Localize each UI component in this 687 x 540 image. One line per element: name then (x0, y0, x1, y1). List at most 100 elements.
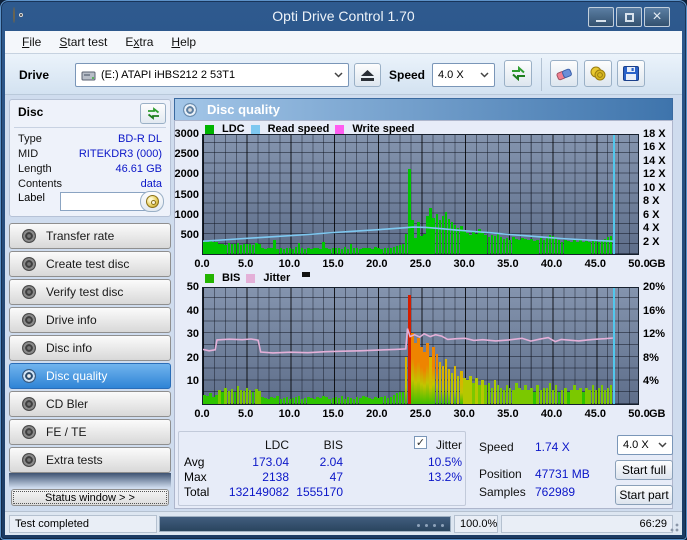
disc-label-input[interactable] (60, 192, 148, 211)
max-jitter-value: 13.2% (427, 470, 462, 484)
sidebar-item-label: Create test disc (46, 257, 130, 271)
drive-icon (81, 71, 96, 80)
sidebar-item-label: Extra tests (46, 453, 103, 467)
target-icon (22, 341, 36, 355)
avg-bis-value: 2.04 (319, 455, 343, 469)
legend-swatch (335, 124, 345, 134)
chart2-legend: BIS Jitter (205, 271, 311, 284)
menu-item-help[interactable]: Help (162, 32, 205, 52)
sidebar-item-fe-te[interactable]: FE / TE (9, 419, 171, 445)
sidebar-item-disc-info[interactable]: Disc info (9, 335, 171, 361)
end-of-data-marker (612, 288, 615, 404)
register-button[interactable] (584, 60, 612, 87)
end-of-data-marker (612, 135, 615, 254)
disc-quality-title: Disc quality (207, 102, 280, 117)
legend-swatch (205, 273, 214, 283)
progress-bar (159, 516, 451, 532)
refresh-icon (511, 66, 525, 81)
chart1-x-axis: 0.0 5.0 10.0 15.0 20.0 25.0 30.0 35.0 40.0 45.0 50… (194, 258, 666, 270)
sidebar-item-transfer-rate[interactable]: Transfer rate (9, 223, 171, 249)
toolbar-separator (541, 58, 542, 91)
start-part-button[interactable]: Start part (615, 485, 673, 505)
sidebar-shade (9, 473, 171, 488)
speed-select[interactable]: 4.0 X (432, 63, 495, 87)
target-icon (22, 257, 36, 271)
drive-select[interactable]: (E:) ATAPI iHBS212 2 53T1 (75, 63, 349, 87)
chevron-down-icon (334, 72, 343, 78)
stats-row-avg-label: Avg (184, 455, 205, 469)
target-icon (22, 397, 36, 411)
resize-grip[interactable] (667, 520, 679, 532)
title-bar[interactable]: Opti Drive Control 1.70 (1, 1, 686, 31)
avg-jitter-value: 10.5% (427, 455, 462, 469)
sidebar-item-label: Disc info (46, 341, 93, 355)
app-client-area: File Start test Extra Help Drive (E:) ATAPI… (5, 31, 682, 535)
stats-col-bis: BIS (323, 438, 343, 452)
maximize-button[interactable] (616, 7, 642, 27)
disc-quality-icon (183, 102, 197, 117)
disc-contents-label: Contents (18, 178, 63, 190)
menu-item-file[interactable]: File (13, 32, 50, 52)
disc-label-button[interactable] (140, 191, 164, 212)
samples-readout-label: Samples (479, 485, 526, 499)
disc-quality-panel: LDC Read speed Write speed 3000 2500 2000 150… (174, 120, 673, 509)
disc-length-label: Length (18, 163, 52, 175)
position-readout-label: Position (479, 467, 522, 481)
disc-row-contents: Contents data (18, 178, 162, 193)
target-icon (22, 285, 36, 299)
status-window-button[interactable]: Status window > > (11, 489, 169, 506)
divider (14, 127, 166, 128)
stats-row-total-label: Total (184, 485, 210, 499)
menu-item-start-test[interactable]: Start test (50, 32, 116, 52)
refresh-disc-button[interactable] (140, 103, 166, 124)
status-bar: Test completed 100.0% 66:29 (5, 511, 682, 535)
disc-contents-value[interactable]: data (141, 178, 162, 190)
minimize-button[interactable] (588, 7, 614, 27)
sidebar-item-label: CD Bler (46, 397, 89, 411)
quality-speed-select[interactable]: 4.0 X (617, 435, 673, 455)
sidebar-item-create-test-disc[interactable]: Create test disc (9, 251, 171, 277)
disc-row-length: Length 46.61 GB (18, 163, 162, 178)
disc-quality-header: Disc quality (174, 98, 673, 120)
sidebar-item-label: Disc quality (46, 369, 108, 383)
target-icon (22, 425, 36, 439)
eject-button[interactable] (354, 63, 381, 87)
eraser-icon (556, 68, 572, 80)
sidebar-item-label: Verify test disc (46, 285, 124, 299)
sidebar-item-verify-test-disc[interactable]: Verify test disc (9, 279, 171, 305)
disc-panel-title: Disc (18, 105, 44, 119)
chart-line-jitter (203, 328, 613, 354)
legend-swatch (250, 124, 260, 134)
close-button[interactable] (644, 7, 670, 27)
coins-icon (590, 66, 606, 81)
menu-bar: File Start test Extra Help (5, 31, 682, 54)
disc-row-type: Type BD-R DL (18, 133, 162, 148)
disc-row-label: Label (18, 191, 166, 214)
disc-mid-label: MID (18, 148, 39, 160)
menu-item-extra[interactable]: Extra (116, 32, 162, 52)
stats-row-max-label: Max (184, 470, 207, 484)
progress-dots (417, 524, 444, 527)
disc-label-label: Label (18, 192, 45, 204)
legend-label: Jitter (263, 272, 291, 284)
sidebar-item-drive-info[interactable]: Drive info (9, 307, 171, 333)
drive-select-value: (E:) ATAPI iHBS212 2 53T1 (101, 69, 236, 81)
erase-disc-button[interactable] (550, 60, 578, 87)
quality-speed-select-value: 4.0 X (623, 439, 649, 451)
sidebar-item-cd-bler[interactable]: CD Bler (9, 391, 171, 417)
speed-select-value: 4.0 X (438, 69, 464, 81)
refresh-drive-button[interactable] (504, 60, 532, 87)
progress-percent: 100.0% (454, 515, 498, 533)
disc-type-value: BD-R DL (117, 133, 162, 145)
save-button[interactable] (617, 60, 645, 87)
start-full-button[interactable]: Start full (615, 460, 673, 480)
disc-length-value: 46.61 GB (115, 163, 162, 175)
sidebar-item-disc-quality[interactable]: Disc quality (9, 363, 171, 389)
target-icon (22, 313, 36, 327)
elapsed-time: 66:29 (501, 515, 673, 533)
toolbar: Drive (E:) ATAPI iHBS212 2 53T1 Speed 4.… (5, 54, 682, 95)
target-icon (22, 453, 36, 467)
stats-col-jitter: Jitter (435, 438, 462, 452)
chart1-plot (202, 134, 639, 255)
sidebar-item-extra-tests[interactable]: Extra tests (9, 447, 171, 473)
